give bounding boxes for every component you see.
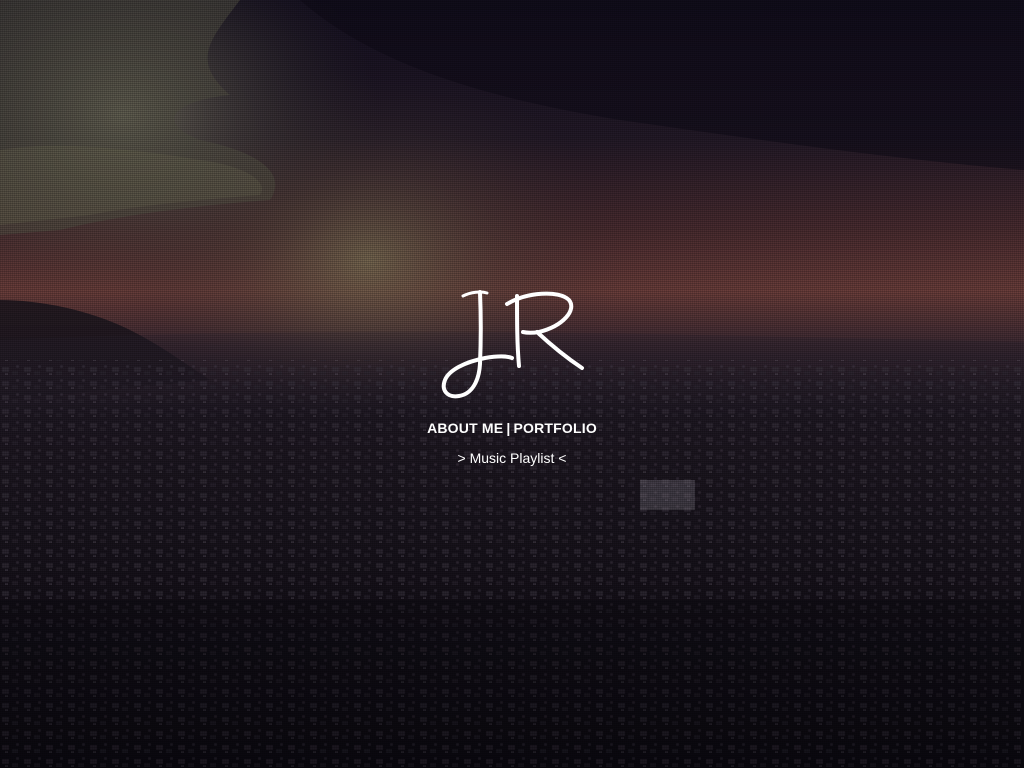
- nav-separator: |: [506, 420, 511, 436]
- jr-signature-logo: [441, 290, 584, 399]
- nav-portfolio-link[interactable]: PORTFOLIO: [513, 420, 596, 436]
- landing-page: ABOUT ME | PORTFOLIO > Music Playlist <: [0, 0, 1024, 768]
- music-playlist-link[interactable]: > Music Playlist <: [458, 450, 567, 466]
- nav-about-me-link[interactable]: ABOUT ME: [427, 420, 503, 436]
- hero-content: ABOUT ME | PORTFOLIO > Music Playlist <: [0, 286, 1024, 466]
- main-nav: ABOUT ME | PORTFOLIO: [0, 420, 1024, 436]
- music-playlist: > Music Playlist <: [0, 450, 1024, 466]
